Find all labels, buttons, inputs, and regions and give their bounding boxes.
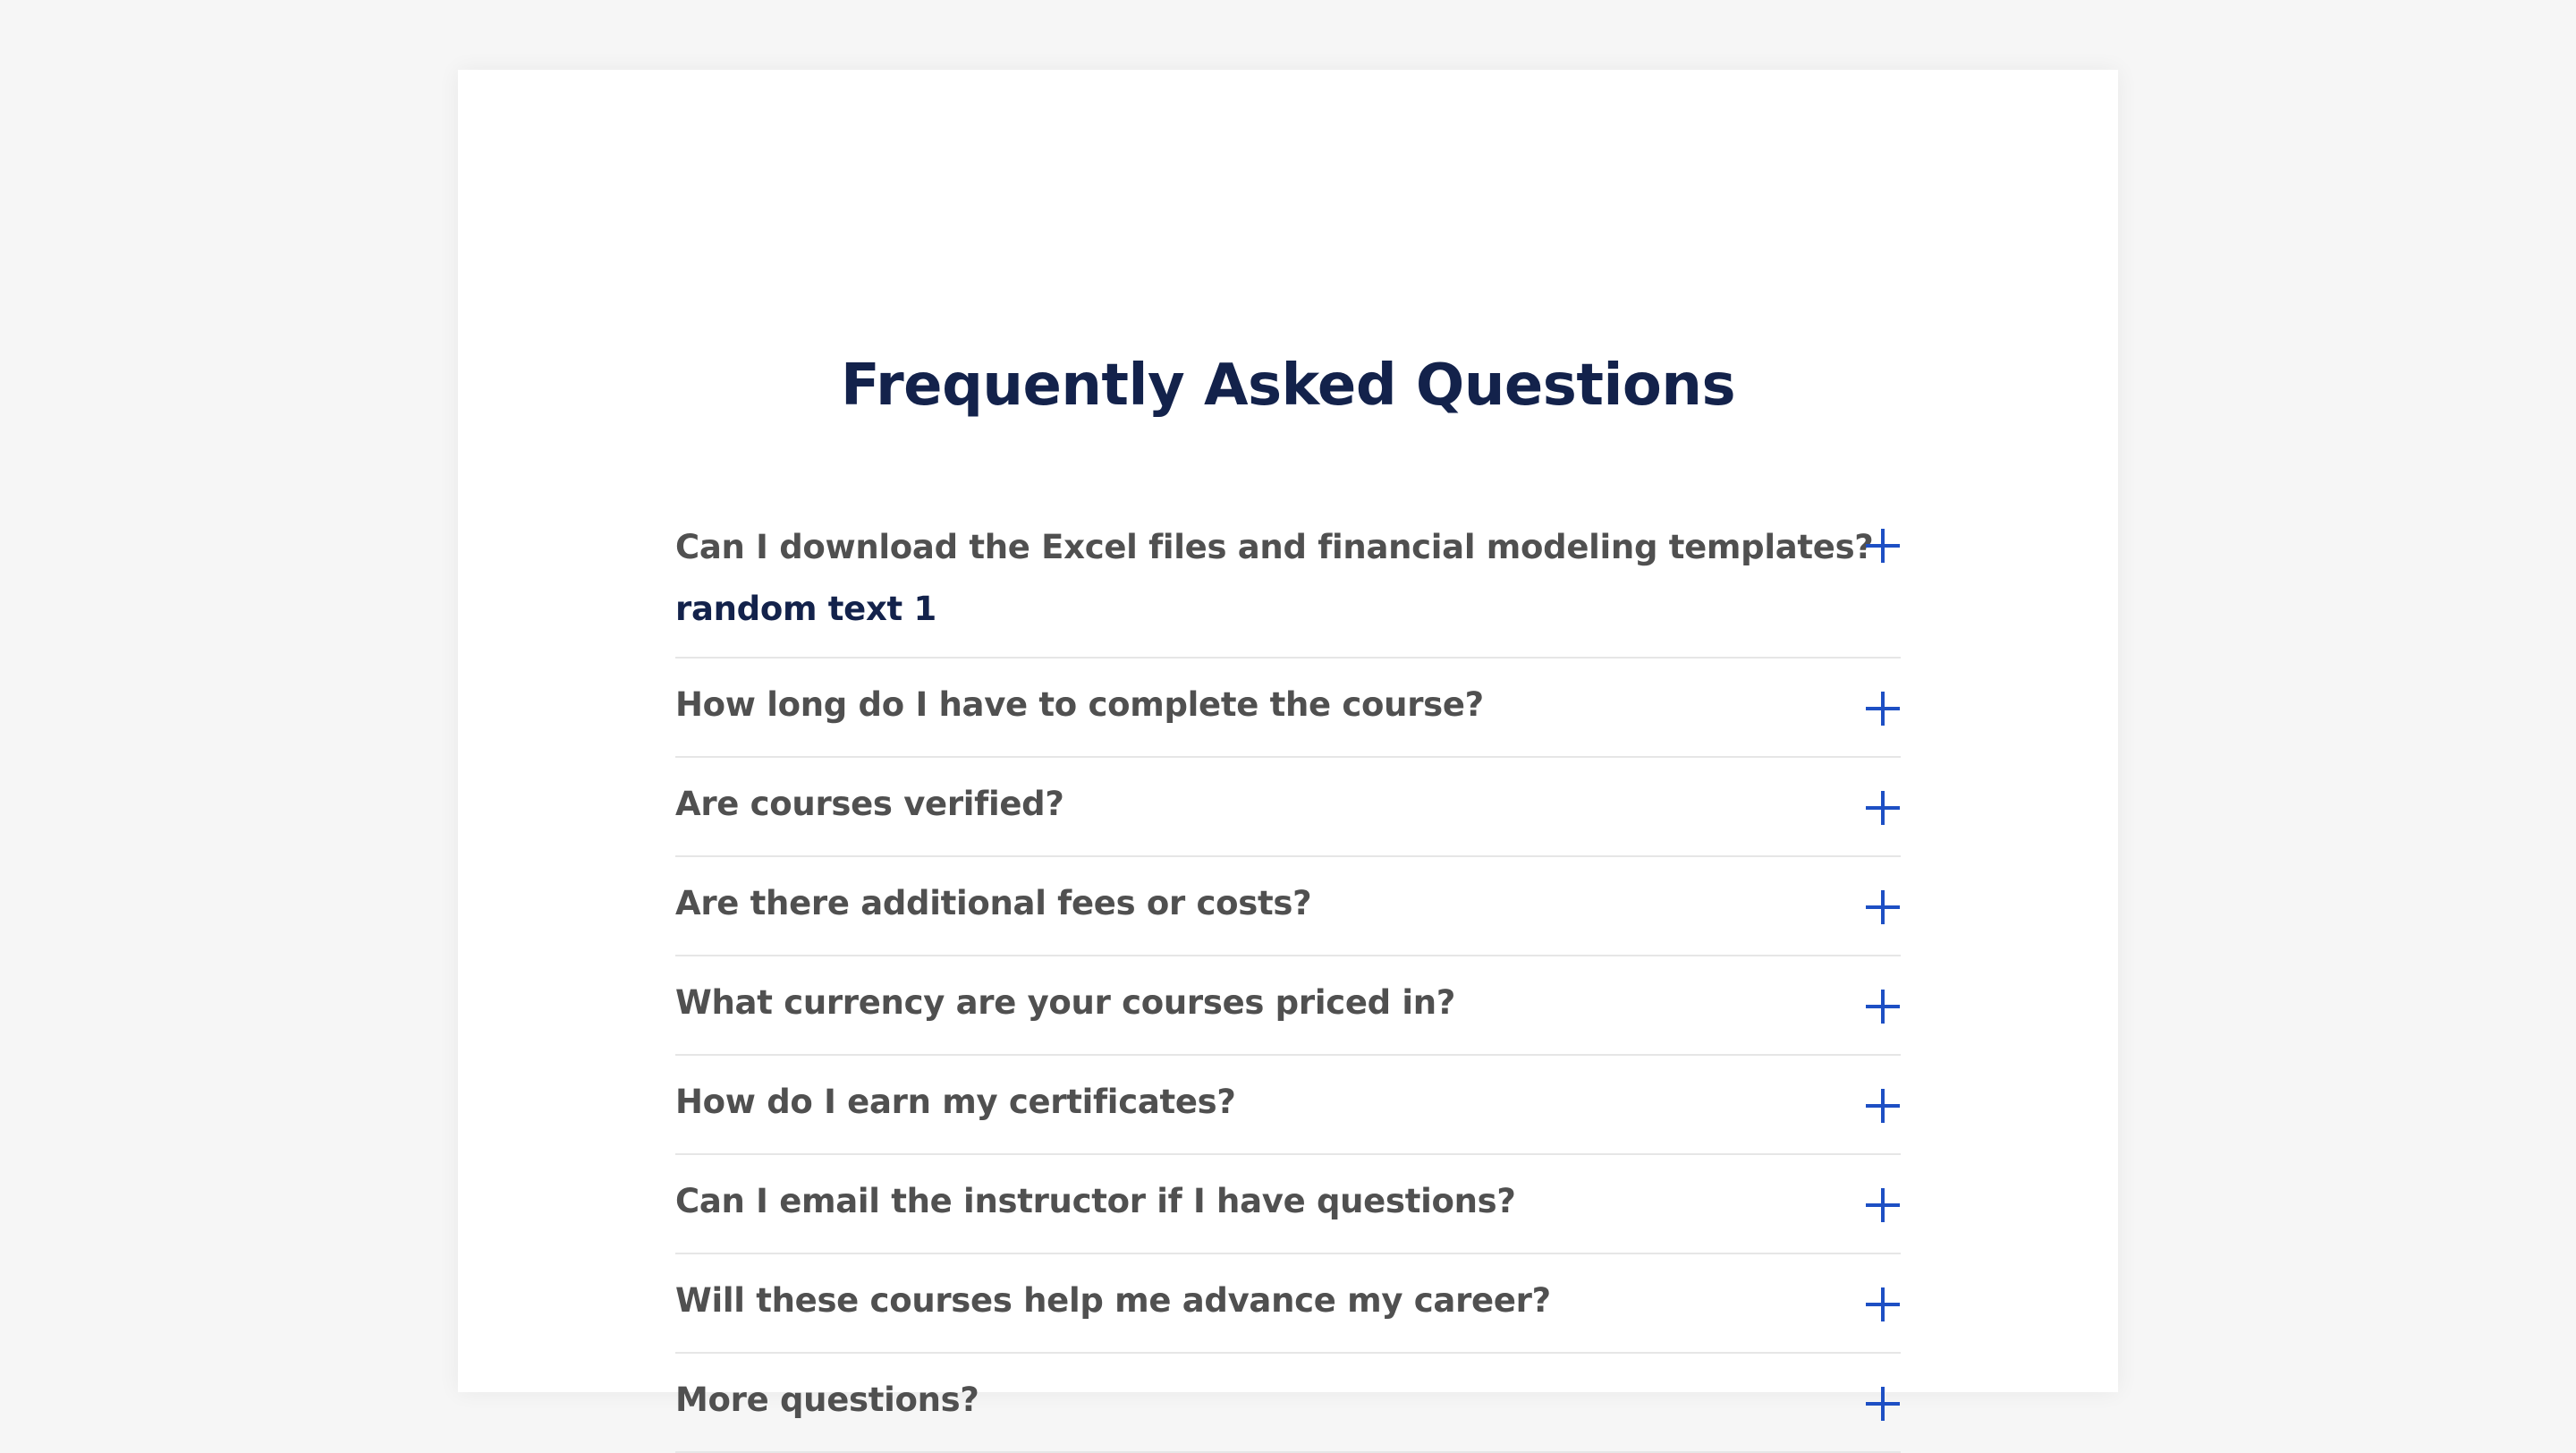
faq-question[interactable]: Are courses verified? — [675, 785, 1064, 824]
plus-icon[interactable] — [1865, 1187, 1901, 1223]
faq-item[interactable]: Can I download the Excel files and finan… — [675, 512, 1901, 659]
plus-icon[interactable] — [1865, 889, 1901, 925]
faq-question[interactable]: Will these courses help me advance my ca… — [675, 1281, 1551, 1321]
faq-answer: random text 1 — [675, 590, 936, 628]
faq-item[interactable]: More questions? — [675, 1354, 1901, 1453]
faq-list: Can I download the Excel files and finan… — [675, 512, 1901, 1453]
plus-icon[interactable] — [1865, 528, 1901, 564]
faq-question[interactable]: Are there additional fees or costs? — [675, 884, 1312, 923]
faq-question[interactable]: How long do I have to complete the cours… — [675, 685, 1484, 725]
plus-icon[interactable] — [1865, 1386, 1901, 1422]
plus-icon[interactable] — [1865, 1088, 1901, 1124]
faq-card: Frequently Asked Questions Can I downloa… — [458, 70, 2118, 1453]
faq-item[interactable]: Can I email the instructor if I have que… — [675, 1155, 1901, 1254]
faq-item[interactable]: Are courses verified? — [675, 758, 1901, 857]
faq-question[interactable]: Can I email the instructor if I have que… — [675, 1182, 1516, 1221]
faq-item[interactable]: Are there additional fees or costs? — [675, 857, 1901, 956]
faq-item[interactable]: How do I earn my certificates? — [675, 1056, 1901, 1155]
plus-icon[interactable] — [1865, 790, 1901, 826]
plus-icon[interactable] — [1865, 691, 1901, 726]
faq-question[interactable]: What currency are your courses priced in… — [675, 983, 1455, 1023]
faq-question[interactable]: More questions? — [675, 1381, 979, 1420]
faq-question[interactable]: How do I earn my certificates? — [675, 1083, 1236, 1122]
page-title: Frequently Asked Questions — [840, 353, 1736, 419]
faq-item[interactable]: What currency are your courses priced in… — [675, 956, 1901, 1056]
faq-question[interactable]: Can I download the Excel files and finan… — [675, 528, 1874, 567]
faq-item[interactable]: Will these courses help me advance my ca… — [675, 1254, 1901, 1354]
faq-item[interactable]: How long do I have to complete the cours… — [675, 659, 1901, 758]
plus-icon[interactable] — [1865, 1287, 1901, 1322]
plus-icon[interactable] — [1865, 989, 1901, 1024]
